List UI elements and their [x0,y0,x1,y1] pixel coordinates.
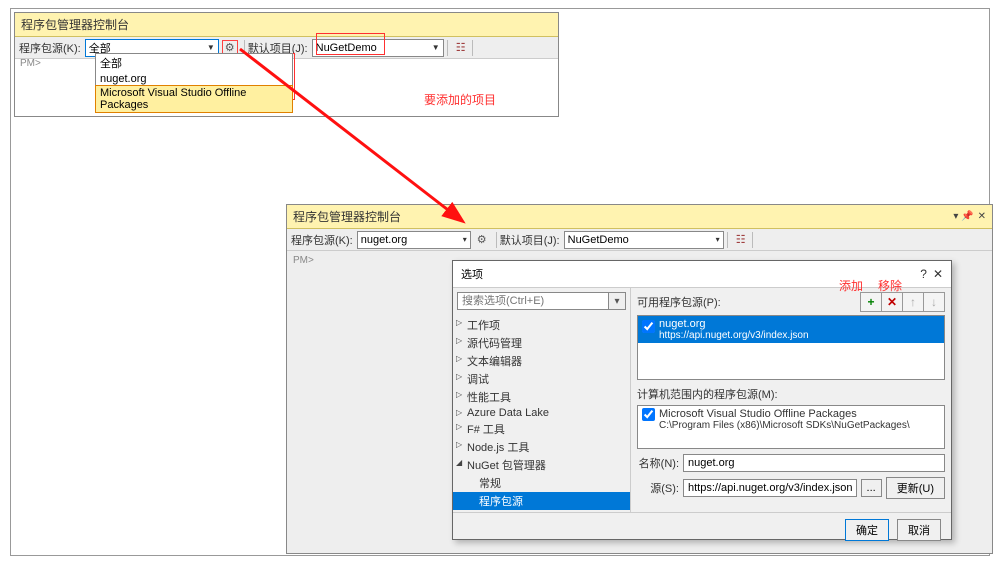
update-button[interactable]: 更新(U) [886,477,945,499]
add-source-button[interactable]: + [860,292,882,312]
dialog-right-pane: 可用程序包源(P): + ✕ ↑ ↓ nuget.org [631,288,951,512]
tree-item-label: F# 工具 [467,424,505,436]
tree-item[interactable]: ▷ F# 工具 [453,420,630,438]
source-input[interactable] [683,479,857,497]
tree-item[interactable]: ▷ Node.js 工具 [453,438,630,456]
available-sources-label: 可用程序包源(P): [637,294,721,310]
tree-item-label: 性能工具 [467,392,511,404]
dialog-left-pane: ▾ ▷ 工作项 ▷ 源代码管理 ▷ 文本编辑器 ▷ 调试 ▷ 性能工具 ▷ Azure Data La… [453,288,631,512]
tree-item[interactable]: ▷ 调试 [453,370,630,388]
machine-checkbox[interactable] [642,408,655,421]
gear-icon[interactable]: ⚙ [474,232,490,248]
expand-icon[interactable]: ▷ [456,422,462,431]
machine-sources-list[interactable]: Microsoft Visual Studio Offline Packages… [637,405,945,449]
tree-item-label: 工作项 [467,320,500,332]
project-dropdown[interactable]: NuGetDemo ▾ [564,231,724,249]
machine-name: Microsoft Visual Studio Offline Packages [659,408,910,420]
available-sources-list[interactable]: nuget.org https://api.nuget.org/v3/index… [637,315,945,380]
name-field-label: 名称(N): [637,455,679,471]
source-name: nuget.org [659,318,809,330]
browse-button[interactable]: ... [861,479,882,497]
close-icon[interactable]: ✕ [978,211,986,222]
options-search: ▾ [457,292,626,310]
name-input[interactable] [683,454,945,472]
machine-sources-label: 计算机范围内的程序包源(M): [637,386,945,402]
search-dropdown-icon[interactable]: ▾ [609,292,626,310]
tree-item[interactable]: ▷ Azure Data Lake [453,406,630,420]
tree-item[interactable]: ◢ NuGet 包管理器 [453,456,630,474]
chevron-down-icon: ▼ [207,43,215,52]
expand-icon[interactable]: ▷ [456,318,462,327]
tree-item-label: 源代码管理 [467,338,522,350]
annot-remove: 移除 [878,277,902,294]
source-toolbar: + ✕ ↑ ↓ [861,292,945,312]
source-checkbox[interactable] [642,320,655,333]
tree-item[interactable]: ▷ 文本编辑器 [453,352,630,370]
tree-item-label: 文本编辑器 [467,356,522,368]
expand-icon[interactable]: ▷ [456,390,462,399]
cancel-button[interactable]: 取消 [897,519,941,541]
source-list-item[interactable]: nuget.org https://api.nuget.org/v3/index… [638,316,944,343]
expand-icon[interactable]: ▷ [456,440,462,449]
clear-icon[interactable]: ☷ [733,232,749,248]
remove-source-button[interactable]: ✕ [881,292,903,312]
machine-list-item[interactable]: Microsoft Visual Studio Offline Packages… [638,406,944,433]
machine-path: C:\Program Files (x86)\Microsoft SDKs\Nu… [659,420,910,431]
move-down-button[interactable]: ↓ [923,292,945,312]
tree-item-label: 常规 [479,478,501,490]
tree-item-label: Azure Data Lake [467,407,549,419]
annot-add: 添加 [839,277,863,294]
ok-button[interactable]: 确定 [845,519,889,541]
tree-item[interactable]: ▷ 源代码管理 [453,334,630,352]
tree-item-selected[interactable]: 程序包源 [453,492,630,510]
source-url: https://api.nuget.org/v3/index.json [659,330,809,341]
source-label: 程序包源(K): [291,232,353,248]
dialog-title-text: 选项 [461,266,483,282]
expand-icon[interactable]: ▷ [456,336,462,345]
tree-item[interactable]: ▷ 工作项 [453,316,630,334]
close-icon[interactable]: ✕ [933,267,943,281]
expand-icon[interactable]: ▷ [456,408,462,417]
help-icon[interactable]: ? [920,267,927,281]
dialog-titlebar: 选项 ? ✕ [453,261,951,288]
tree-item-label: 程序包源 [479,496,523,508]
expand-icon[interactable]: ▷ [456,354,462,363]
pin-icon[interactable]: ▾ 📌 [953,211,973,222]
tree-item[interactable]: ▷ 性能工具 [453,388,630,406]
expand-icon[interactable]: ◢ [456,458,462,467]
chevron-down-icon: ▾ [716,235,720,244]
panel-title: 程序包管理器控制台 [15,13,558,37]
project-label: 默认项目(J): [500,232,560,248]
source-label: 程序包源(K): [19,40,81,56]
tree-item-label: NuGet 包管理器 [467,460,546,472]
expand-icon[interactable]: ▷ [456,372,462,381]
tree-item[interactable]: 常规 [453,474,630,492]
pmc-panel-main: 程序包管理器控制台 ▾ 📌 ✕ 程序包源(K): nuget.org ▾ ⚙ 默… [286,204,993,554]
source-dropdown[interactable]: nuget.org ▾ [357,231,471,249]
dialog-footer: 确定 取消 [453,512,951,547]
panel-toolbar: 程序包源(K): nuget.org ▾ ⚙ 默认项目(J): NuGetDem… [287,229,992,251]
chevron-down-icon: ▾ [463,235,467,244]
tree-item-label: Node.js 工具 [467,442,529,454]
options-dialog: 选项 ? ✕ ▾ ▷ 工作项 ▷ 源代码管理 ▷ 文本编辑器 ▷ 调试 ▷ 性能工具 ▷ Azure … [452,260,952,540]
pm-prompt: PM> [20,58,41,69]
search-input[interactable] [457,292,609,310]
tree-item-label: 调试 [467,374,489,386]
arrow-icon [236,45,471,230]
tree-item[interactable]: ▷Office 工具 [453,510,630,512]
options-tree[interactable]: ▷ 工作项 ▷ 源代码管理 ▷ 文本编辑器 ▷ 调试 ▷ 性能工具 ▷ Azure Data Lake… [453,314,630,512]
source-field-label: 源(S): [637,480,679,496]
move-up-button[interactable]: ↑ [902,292,924,312]
